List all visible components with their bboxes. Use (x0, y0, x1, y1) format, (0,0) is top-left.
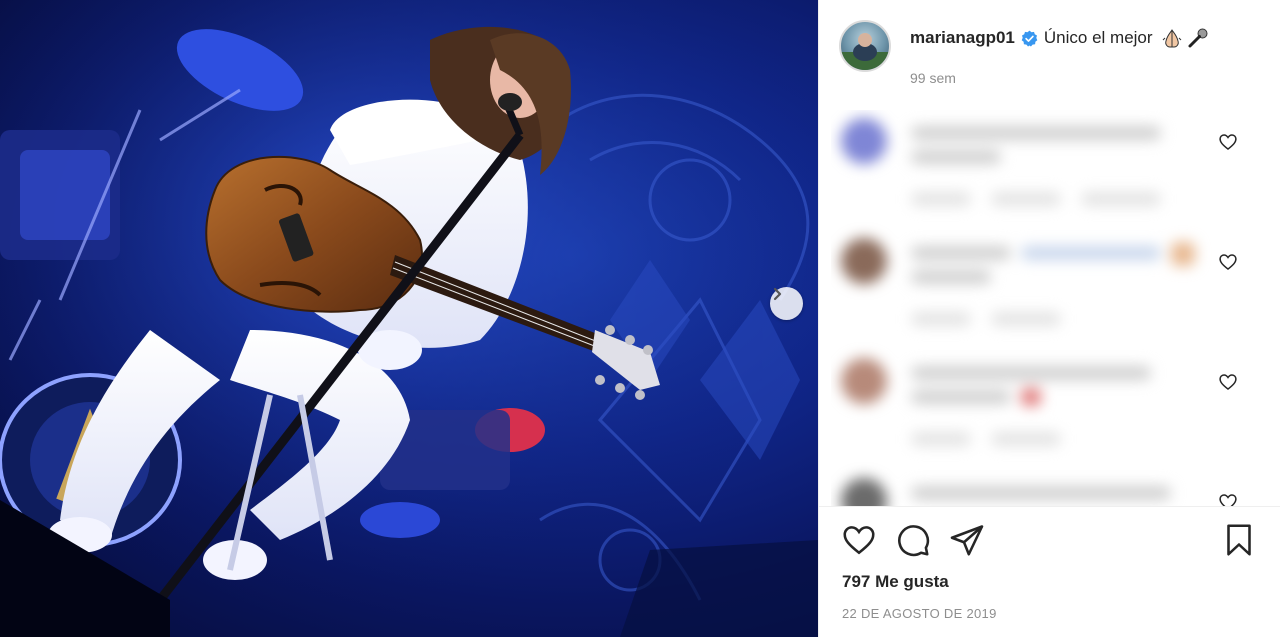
comment-icon[interactable] (895, 522, 931, 558)
post-panel: marianagp01 Único el mejor 99 sem 797 Me… (818, 0, 1280, 637)
like-count[interactable]: 797 Me gusta (842, 572, 949, 592)
comment-item (831, 350, 1271, 470)
caption-line: marianagp01 Único el mejor (910, 27, 1209, 49)
comments-list[interactable] (831, 110, 1271, 506)
blurred-comment (831, 230, 1201, 340)
post-photo[interactable] (0, 0, 818, 637)
verified-badge-icon (1021, 30, 1038, 47)
comment-item (831, 230, 1271, 350)
concert-photo (0, 0, 818, 637)
comment-avatar (841, 118, 887, 164)
avatar[interactable] (839, 20, 891, 72)
blurred-comment (831, 470, 1201, 506)
blurred-comment (831, 110, 1201, 220)
post-header: marianagp01 Único el mejor 99 sem (839, 20, 1259, 100)
username[interactable]: marianagp01 (910, 28, 1015, 48)
profile-photo-icon (841, 33, 889, 70)
comment-like-heart-icon[interactable] (1218, 132, 1238, 152)
microphone-emoji-icon (1188, 28, 1208, 48)
caption-emoji (1161, 27, 1209, 49)
heart-icon[interactable] (841, 522, 877, 558)
comment-item (831, 470, 1271, 506)
blurred-comment (831, 350, 1201, 460)
caption-text: Único el mejor (1043, 28, 1153, 47)
comment-like-heart-icon[interactable] (1218, 372, 1238, 392)
comment-like-heart-icon[interactable] (1218, 252, 1238, 272)
comment-like-heart-icon[interactable] (1218, 492, 1238, 506)
comment-avatar (841, 478, 887, 506)
comment-item (831, 110, 1271, 230)
bookmark-icon[interactable] (1221, 522, 1257, 558)
divider (819, 506, 1280, 507)
comment-avatar (841, 358, 887, 404)
praying-hands-emoji-icon (1162, 29, 1181, 48)
post-age[interactable]: 99 sem (910, 70, 956, 86)
action-bar (841, 522, 1261, 560)
next-photo-button[interactable] (770, 287, 803, 320)
share-icon[interactable] (949, 522, 985, 558)
chevron-right-icon (773, 287, 782, 301)
comment-avatar (841, 238, 887, 284)
post-date: 22 DE AGOSTO DE 2019 (842, 606, 997, 621)
